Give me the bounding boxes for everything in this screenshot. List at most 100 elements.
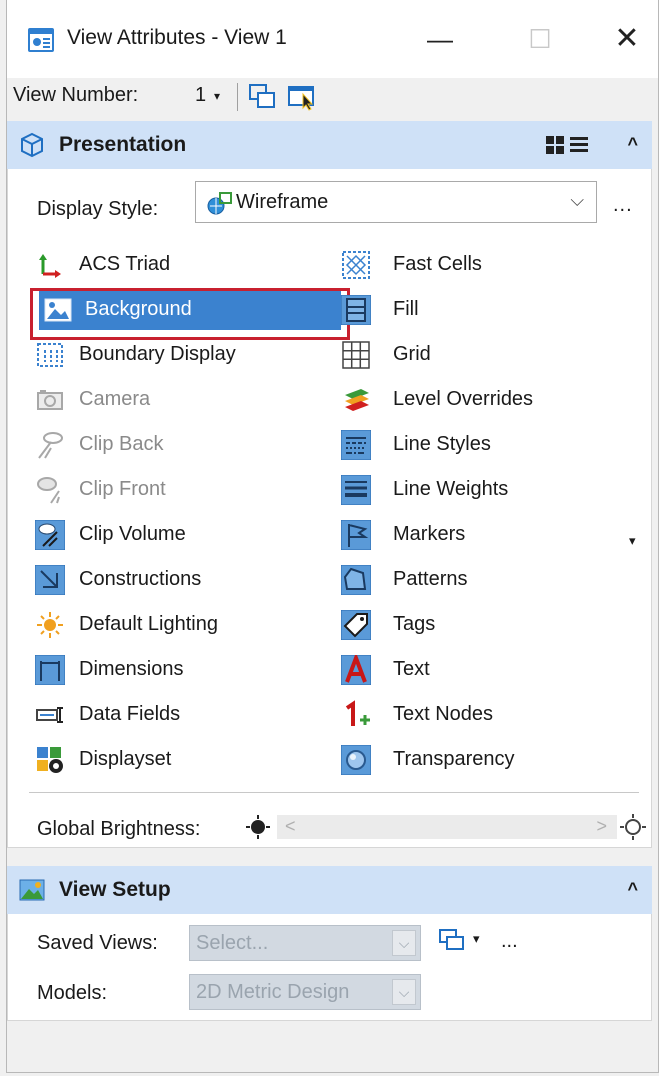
view-attributes-app-icon: [28, 28, 54, 52]
attribute-label: Displayset: [79, 748, 172, 770]
attribute-constructions[interactable]: Constructions: [35, 560, 335, 600]
grid-view-icon[interactable]: [545, 135, 565, 155]
attribute-label: Background: [85, 298, 192, 320]
attribute-text[interactable]: Text: [341, 650, 631, 690]
attribute-camera[interactable]: Camera: [35, 380, 335, 420]
acs-triad-icon: [39, 254, 61, 278]
attribute-boundary-display[interactable]: Boundary Display: [35, 335, 335, 375]
attribute-patterns[interactable]: Patterns: [341, 560, 631, 600]
constructions-icon: [35, 565, 65, 595]
attribute-label: Boundary Display: [79, 343, 236, 365]
attribute-label: Data Fields: [79, 703, 181, 725]
markers-dropdown-icon[interactable]: ▾: [629, 533, 636, 549]
slider-right-arrow[interactable]: >: [596, 816, 607, 837]
patterns-icon: [341, 565, 371, 595]
wireframe-icon: [207, 192, 232, 215]
view-setup-collapse-icon[interactable]: ^: [627, 879, 638, 900]
attribute-label: Markers: [393, 523, 466, 545]
attribute-transparency[interactable]: Transparency: [341, 740, 631, 780]
copy-view-icon[interactable]: [247, 82, 277, 112]
presentation-section-header[interactable]: Presentation ^: [7, 121, 652, 169]
markers-icon: [341, 520, 371, 550]
view-setup-section-header[interactable]: View Setup ^: [7, 866, 652, 914]
saved-views-manage-icon[interactable]: [437, 926, 467, 956]
attribute-default-lighting[interactable]: Default Lighting: [35, 605, 335, 645]
line-weights-icon: [341, 475, 371, 505]
view-number-toolbar: View Number: 1 ▾: [7, 78, 658, 118]
attribute-label: Line Styles: [393, 433, 491, 455]
grid-icon: [342, 341, 370, 369]
attribute-label: Patterns: [393, 568, 468, 590]
attribute-line-weights[interactable]: Line Weights: [341, 470, 631, 510]
attribute-displayset[interactable]: Displayset: [35, 740, 335, 780]
minimize-button[interactable]: —: [417, 20, 463, 60]
attribute-grid[interactable]: Grid: [341, 335, 631, 375]
attribute-markers[interactable]: Markers: [341, 515, 631, 555]
saved-views-dropdown-arrow[interactable]: ▾: [473, 931, 480, 947]
presentation-cube-icon: [21, 132, 43, 158]
models-combobox[interactable]: 2D Metric Design ⌵: [189, 974, 421, 1010]
attribute-label: Text: [393, 658, 430, 680]
attribute-clip-back[interactable]: Clip Back: [35, 425, 335, 465]
attribute-background[interactable]: Background: [39, 290, 341, 330]
attribute-fast-cells[interactable]: Fast Cells: [341, 245, 631, 285]
models-value: 2D Metric Design: [196, 981, 350, 1003]
attribute-clip-front[interactable]: Clip Front: [35, 470, 335, 510]
select-view-icon[interactable]: [287, 82, 317, 112]
view-number-dropdown-icon[interactable]: ▾: [214, 89, 220, 103]
background-icon: [44, 298, 72, 322]
view-number-label: View Number:: [13, 84, 139, 106]
slider-left-arrow[interactable]: <: [285, 816, 296, 837]
attribute-fill[interactable]: Fill: [341, 290, 631, 330]
saved-views-more-button[interactable]: ...: [501, 930, 518, 953]
saved-views-value: Select...: [196, 932, 269, 954]
saved-views-combobox[interactable]: Select... ⌵: [189, 925, 421, 961]
display-style-dropdown-icon[interactable]: ⌵: [570, 190, 584, 211]
display-style-label: Display Style:: [37, 198, 159, 220]
attribute-label: Fill: [393, 298, 419, 320]
camera-icon: [37, 390, 63, 410]
saved-views-label: Saved Views:: [37, 932, 158, 954]
attribute-label: Grid: [393, 343, 431, 365]
attribute-dimensions[interactable]: Dimensions: [35, 650, 335, 690]
presentation-collapse-icon[interactable]: ^: [627, 134, 638, 155]
attribute-text-nodes[interactable]: Text Nodes: [341, 695, 631, 735]
boundary-display-icon: [37, 343, 63, 367]
fill-icon: [341, 295, 371, 325]
attribute-label: Camera: [79, 388, 151, 410]
attribute-label: Transparency: [393, 748, 515, 770]
view-number-value[interactable]: 1: [195, 84, 206, 107]
attribute-acs-triad[interactable]: ACS Triad: [35, 245, 335, 285]
text-nodes-icon: [345, 700, 370, 726]
maximize-button[interactable]: ☐: [517, 20, 563, 60]
attribute-label: Clip Front: [79, 478, 166, 500]
attribute-level-overrides[interactable]: Level Overrides: [341, 380, 631, 420]
attribute-line-styles[interactable]: Line Styles: [341, 425, 631, 465]
display-style-more-button[interactable]: ...: [613, 194, 633, 217]
line-styles-icon: [341, 430, 371, 460]
text-icon: [341, 655, 371, 685]
attribute-data-fields[interactable]: Data Fields: [35, 695, 335, 735]
global-brightness-slider[interactable]: < >: [277, 815, 617, 839]
window-title: View Attributes - View 1: [67, 26, 287, 49]
attribute-label: Default Lighting: [79, 613, 218, 635]
list-view-icon[interactable]: [569, 135, 589, 155]
clip-front-icon: [37, 477, 60, 504]
default-lighting-icon: [37, 612, 63, 638]
close-button[interactable]: ✕: [604, 20, 650, 60]
attribute-label: Constructions: [79, 568, 202, 590]
display-style-combobox[interactable]: Wireframe ⌵: [195, 181, 597, 223]
attribute-label: Clip Volume: [79, 523, 186, 545]
view-setup-icon: [19, 879, 45, 901]
global-brightness-label: Global Brightness:: [37, 818, 201, 840]
attribute-label: Fast Cells: [393, 253, 482, 275]
tags-icon: [341, 610, 371, 640]
saved-views-dropdown-icon[interactable]: ⌵: [392, 930, 416, 956]
attribute-label: ACS Triad: [79, 253, 171, 275]
attribute-clip-volume[interactable]: Clip Volume: [35, 515, 335, 555]
view-attributes-window: View Attributes - View 1 — ☐ ✕ View Numb…: [6, 0, 659, 1073]
attribute-label: Text Nodes: [393, 703, 494, 725]
attribute-tags[interactable]: Tags: [341, 605, 631, 645]
models-dropdown-icon[interactable]: ⌵: [392, 979, 416, 1005]
display-style-value: Wireframe: [236, 191, 329, 213]
